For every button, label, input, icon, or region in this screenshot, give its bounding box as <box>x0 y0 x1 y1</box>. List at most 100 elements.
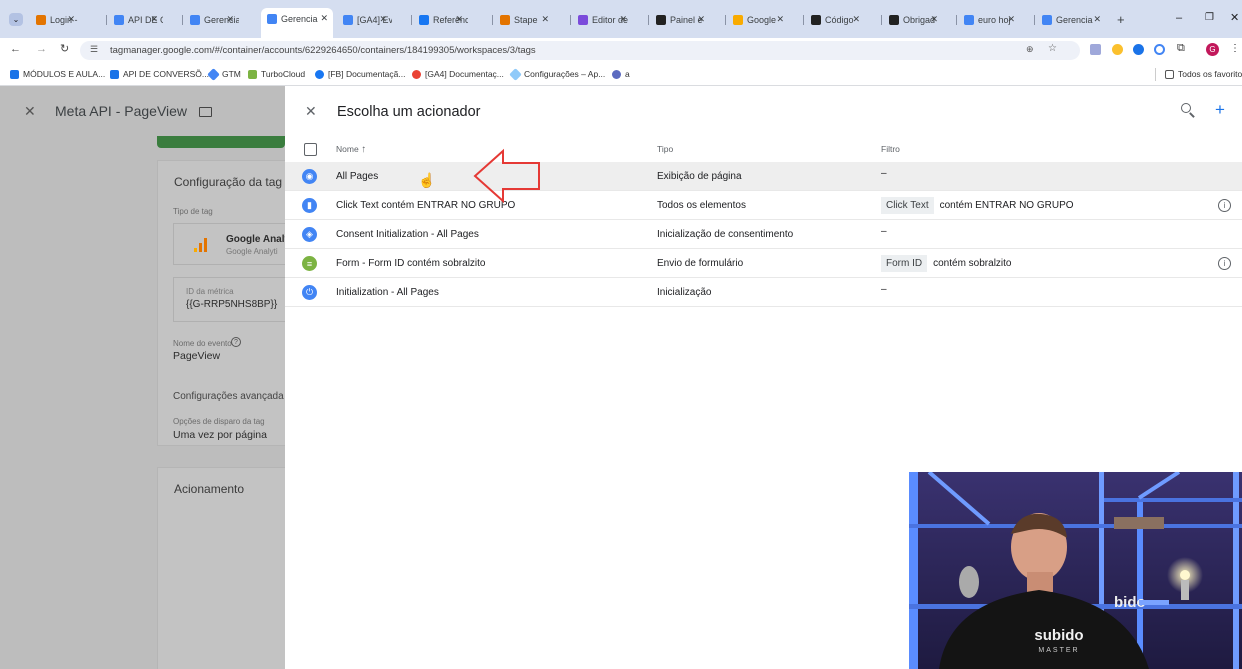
add-trigger-icon[interactable]: + <box>1215 100 1225 120</box>
bookmark[interactable]: Configurações – Ap... <box>509 67 605 81</box>
tab-close-icon[interactable]: ✕ <box>226 14 234 25</box>
new-tab-button[interactable]: + <box>1117 12 1125 27</box>
browser-tab[interactable]: API DE C ✕ <box>108 9 163 31</box>
bookmark[interactable]: [GA4] Documentaç... <box>412 69 504 79</box>
extension-icon[interactable] <box>1154 44 1165 55</box>
tab-close-icon[interactable]: ✕ <box>697 14 705 25</box>
profile-avatar[interactable]: G <box>1206 43 1219 56</box>
bookmarks-bar: MÓDULOS E AULA... API DE CONVERSÕ... GTM… <box>0 63 1242 86</box>
metric-id-label: ID da métrica <box>186 287 234 296</box>
extension-icon[interactable] <box>1090 44 1101 55</box>
browser-menu-icon[interactable]: ⋮ <box>1230 43 1240 54</box>
select-all-checkbox[interactable] <box>304 143 317 156</box>
tab-close-icon[interactable]: ✕ <box>1093 14 1101 25</box>
star-icon[interactable]: ☆ <box>1048 43 1057 54</box>
browser-tab[interactable]: Gerencia ✕ <box>184 9 239 31</box>
tab-close-icon[interactable]: ✕ <box>379 14 387 25</box>
search-icon[interactable] <box>1181 103 1196 118</box>
help-icon[interactable]: ? <box>231 337 241 347</box>
browser-tab[interactable]: Painel e ✕ <box>650 9 710 31</box>
browser-tab[interactable]: Código ✕ <box>805 9 865 31</box>
tab-favicon-icon <box>114 15 124 25</box>
bookmark[interactable]: MÓDULOS E AULA... <box>10 69 105 79</box>
folder-icon[interactable] <box>199 107 212 117</box>
power-icon: ⏻ <box>302 285 317 300</box>
site-info-icon[interactable]: ☰ <box>90 44 98 55</box>
tab-favicon-icon <box>419 15 429 25</box>
back-button[interactable]: ← <box>10 43 21 55</box>
close-panel-icon[interactable]: ✕ <box>305 103 317 120</box>
google-icon <box>412 69 421 79</box>
bookmark[interactable]: a <box>612 69 630 79</box>
tab-close-icon[interactable]: ✕ <box>1007 14 1015 25</box>
sheets-icon <box>10 69 19 79</box>
metric-id-field[interactable]: ID da métrica {{G-RRP5NHS8BP}} <box>173 277 288 322</box>
trigger-filter: – <box>881 284 887 295</box>
browser-tab[interactable]: Obrigad ✕ <box>883 9 943 31</box>
browser-tab[interactable]: Stape ✕ <box>494 9 554 31</box>
reload-button[interactable]: ↻ <box>60 42 69 55</box>
filter-text: – <box>881 168 887 179</box>
bookmark[interactable]: TurboCloud <box>248 69 305 79</box>
folder-icon <box>1165 69 1174 79</box>
trigger-title: Acionamento <box>174 482 245 496</box>
trigger-row[interactable]: ▮ Click Text contém ENTRAR NO GRUPO Todos … <box>285 191 1242 220</box>
omnibox[interactable]: ☰ tagmanager.google.com/#/container/acco… <box>80 41 1080 60</box>
tab-title: Código <box>825 15 854 25</box>
trigger-filter: – <box>881 226 887 237</box>
extension-icon[interactable] <box>1133 44 1144 55</box>
tab-close-icon[interactable]: ✕ <box>320 13 328 24</box>
browser-tab[interactable]: Gerencia ✕ <box>1036 9 1106 31</box>
forward-button[interactable]: → <box>36 43 47 55</box>
restore-button[interactable]: ❐ <box>1205 12 1214 23</box>
red-arrow-annotation <box>473 148 540 204</box>
minimize-button[interactable]: – <box>1176 12 1182 24</box>
tab-close-icon[interactable]: ✕ <box>852 14 860 25</box>
tab-title: euro hoj <box>978 15 1011 25</box>
all-bookmarks-folder[interactable]: Todos os favoritos <box>1165 69 1242 79</box>
tab-favicon-icon <box>36 15 46 25</box>
trigger-card[interactable]: Acionamento <box>157 467 297 669</box>
browser-tab[interactable]: [GA4] Ev ✕ <box>337 9 392 31</box>
tag-title[interactable]: Meta API - PageView <box>55 103 187 119</box>
tab-close-icon[interactable]: ✕ <box>541 14 549 25</box>
tab-close-icon[interactable]: ✕ <box>930 14 938 25</box>
tab-close-icon[interactable]: ✕ <box>150 14 158 25</box>
column-name[interactable]: Nome ↑ <box>336 144 366 155</box>
trigger-row[interactable]: ◈ Consent Initialization - All Pages Inici… <box>285 220 1242 249</box>
zoom-icon[interactable]: ⊕ <box>1026 44 1034 55</box>
tab-favicon-icon <box>733 15 743 25</box>
info-icon[interactable]: i <box>1218 199 1231 212</box>
tab-search-button[interactable]: ⌄ <box>9 13 23 26</box>
advanced-settings[interactable]: Configurações avançada <box>173 391 284 402</box>
browser-tab[interactable]: euro hoj ✕ <box>958 9 1020 31</box>
event-name-label: Nome do evento <box>173 339 232 348</box>
trigger-row[interactable]: ≡ Form - Form ID contém sobralzito Envio d… <box>285 249 1242 278</box>
shield-icon: ◈ <box>302 227 317 242</box>
bookmark[interactable]: API DE CONVERSÕ... <box>110 69 209 79</box>
bookmark-label: [GA4] Documentaç... <box>425 69 504 79</box>
browser-tab[interactable]: Google ✕ <box>727 9 789 31</box>
info-icon[interactable]: i <box>1218 257 1231 270</box>
trigger-row[interactable]: ⏻ Initialization - All Pages Inicialização… <box>285 278 1242 307</box>
extension-icon[interactable] <box>1112 44 1123 55</box>
bookmark[interactable]: GTM <box>207 67 241 81</box>
trigger-name: Consent Initialization - All Pages <box>336 229 479 240</box>
tab-close-icon[interactable]: ✕ <box>619 14 627 25</box>
column-type[interactable]: Tipo <box>657 144 673 154</box>
close-editor-icon[interactable]: ✕ <box>24 103 36 120</box>
browser-tab[interactable]: Login - ✕ <box>30 9 80 31</box>
tab-favicon-icon <box>656 15 666 25</box>
bookmark[interactable]: [FB] Documentaçã... <box>315 69 405 79</box>
tab-close-icon[interactable]: ✕ <box>776 14 784 25</box>
puzzle-icon[interactable]: ⧉ <box>1177 42 1185 55</box>
code-icon <box>612 69 621 79</box>
browser-tab[interactable]: Referênc ✕ <box>413 9 468 31</box>
browser-tab[interactable]: Gerencia ✕ <box>261 8 333 38</box>
column-filter[interactable]: Filtro <box>881 144 900 154</box>
tab-close-icon[interactable]: ✕ <box>67 14 75 25</box>
tab-close-icon[interactable]: ✕ <box>455 14 463 25</box>
browser-tab[interactable]: Editor de ✕ <box>572 9 632 31</box>
tag-type-card[interactable]: Google Analy Google Analyti <box>173 223 290 265</box>
close-window-button[interactable]: ✕ <box>1230 11 1239 24</box>
